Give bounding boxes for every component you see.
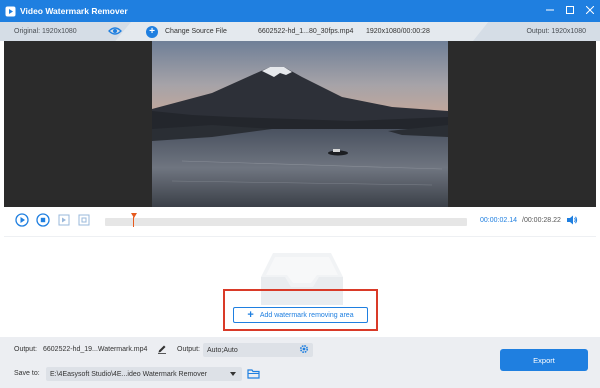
preview-toggle-button[interactable] (108, 25, 122, 38)
save-to-select[interactable]: E:\4Easysoft Studio\4E...ideo Watermark … (46, 367, 242, 381)
add-watermark-area-button[interactable]: + Add watermark removing area (233, 307, 368, 323)
output-resolution: Output: 1920x1080 (473, 22, 600, 41)
add-area-label: Add watermark removing area (259, 311, 354, 319)
output-format-label: Output: (177, 346, 200, 353)
close-icon (585, 5, 595, 16)
play-circle-icon (15, 213, 29, 229)
window-title: Video Watermark Remover (20, 6, 128, 16)
save-to-label: Save to: (14, 370, 40, 377)
pencil-icon (157, 344, 167, 356)
change-source-label: Change Source File (165, 28, 227, 35)
folder-icon (246, 368, 260, 381)
eye-icon (108, 26, 122, 38)
file-info: 1920x1080/00:00:28 (366, 28, 430, 35)
maximize-icon (566, 6, 574, 16)
timeline-track[interactable] (105, 213, 467, 227)
set-end-button[interactable] (77, 214, 91, 228)
title-bar: Video Watermark Remover (0, 0, 600, 22)
total-time: /00:00:28.22 (522, 217, 561, 224)
open-folder-button[interactable] (246, 367, 260, 381)
playback-controls: 00:00:02.14 /00:00:28.22 (0, 207, 600, 236)
playhead-triangle-icon (130, 213, 137, 218)
playhead-marker[interactable] (130, 213, 137, 227)
save-to-path: E:\4Easysoft Studio\4E...ideo Watermark … (50, 370, 207, 378)
current-time: 00:00:02.14 (480, 217, 517, 224)
file-name: 6602522-hd_1...80_30fps.mp4 (258, 28, 354, 35)
video-frame (152, 41, 448, 207)
watermark-area-list: + Add watermark removing area (4, 236, 596, 337)
plus-circle-icon: + (146, 25, 158, 38)
rename-button[interactable] (157, 345, 167, 355)
play-icon (5, 6, 16, 17)
volume-button[interactable] (566, 215, 578, 227)
info-bar: Original: 1920x1080 + Change Source File… (0, 22, 600, 41)
stop-button[interactable] (36, 213, 50, 229)
close-button[interactable] (580, 0, 600, 22)
output-file-name: 6602522-hd_19...Watermark.mp4 (43, 346, 148, 353)
chevron-down-icon (230, 372, 236, 376)
minimize-icon (546, 6, 554, 16)
speaker-icon (566, 214, 578, 228)
minimize-button[interactable] (540, 0, 560, 22)
gear-icon (299, 344, 309, 356)
plus-icon: + (247, 308, 254, 321)
output-file-label: Output: (14, 346, 37, 353)
output-settings-button[interactable] (299, 344, 309, 356)
bracket-start-icon (57, 213, 71, 229)
change-source-button[interactable]: + Change Source File (146, 25, 227, 38)
play-button[interactable] (15, 213, 29, 229)
export-button[interactable]: Export (500, 349, 588, 371)
set-start-button[interactable] (57, 214, 71, 228)
output-panel: Output: 6602522-hd_19...Watermark.mp4 Ou… (0, 337, 600, 388)
video-preview[interactable] (4, 41, 596, 207)
bracket-end-icon (77, 213, 91, 229)
maximize-button[interactable] (560, 0, 580, 22)
output-format-select[interactable]: Auto;Auto (203, 343, 313, 357)
output-format-value: Auto;Auto (207, 346, 238, 354)
stop-circle-icon (36, 213, 50, 229)
